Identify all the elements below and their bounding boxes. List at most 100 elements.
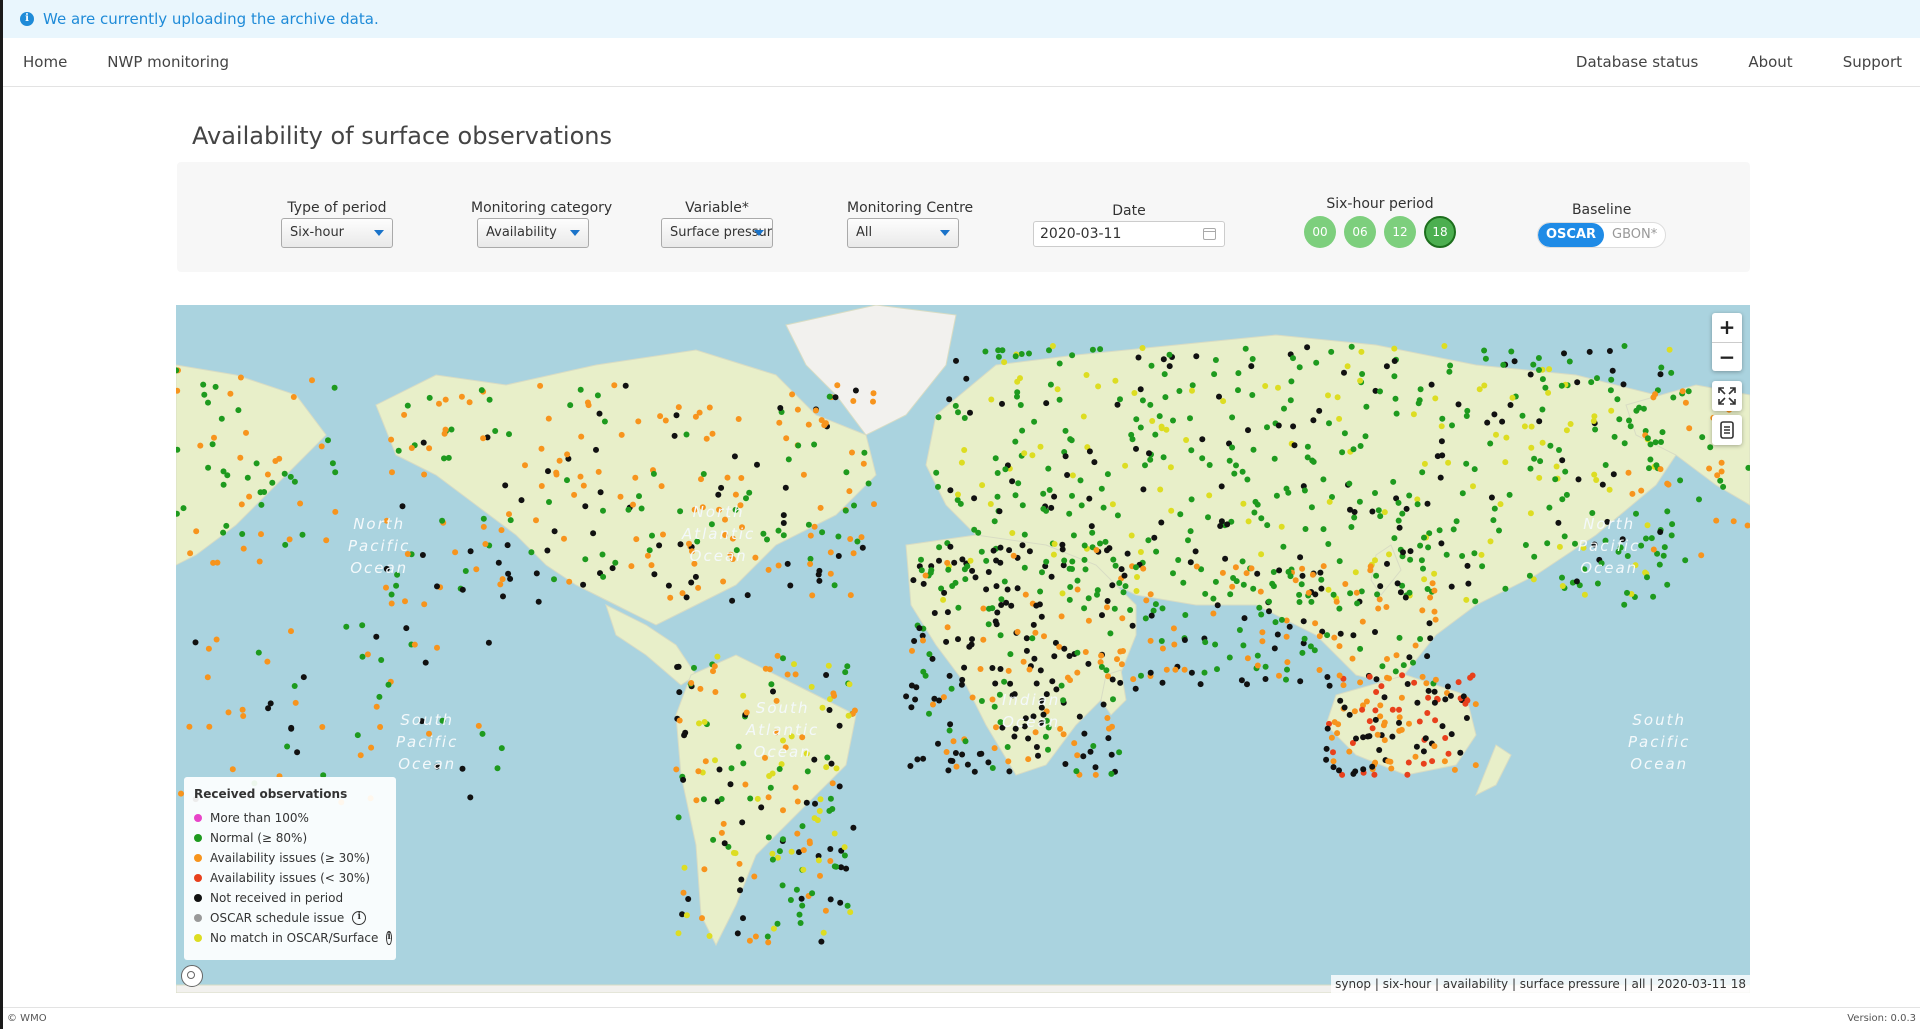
station-marker[interactable]	[1004, 586, 1011, 593]
station-marker[interactable]	[1351, 708, 1358, 715]
station-marker[interactable]	[1417, 636, 1424, 642]
station-marker[interactable]	[1372, 707, 1379, 714]
station-marker[interactable]	[1001, 578, 1008, 585]
station-marker[interactable]	[870, 398, 876, 405]
station-marker[interactable]	[1363, 403, 1370, 410]
station-marker[interactable]	[577, 386, 584, 393]
station-marker[interactable]	[1491, 505, 1498, 512]
period-00-button[interactable]: 00	[1304, 216, 1336, 248]
station-marker[interactable]	[1559, 496, 1566, 503]
station-marker[interactable]	[1025, 735, 1032, 742]
station-marker[interactable]	[1021, 531, 1028, 538]
station-marker[interactable]	[1187, 415, 1193, 422]
station-marker[interactable]	[537, 382, 544, 389]
station-marker[interactable]	[475, 722, 482, 729]
station-marker[interactable]	[1378, 683, 1385, 690]
station-marker[interactable]	[1296, 599, 1303, 605]
station-marker[interactable]	[1432, 717, 1439, 724]
station-marker[interactable]	[943, 749, 950, 755]
station-marker[interactable]	[1666, 346, 1673, 353]
station-marker[interactable]	[971, 495, 978, 502]
station-marker[interactable]	[1427, 635, 1434, 642]
station-marker[interactable]	[1511, 358, 1518, 365]
station-marker[interactable]	[1259, 629, 1266, 636]
station-marker[interactable]	[847, 592, 854, 599]
station-marker[interactable]	[1668, 369, 1675, 376]
station-marker[interactable]	[1100, 504, 1107, 511]
info-icon[interactable]: i	[352, 911, 367, 925]
station-marker[interactable]	[780, 532, 787, 539]
station-marker[interactable]	[959, 751, 966, 758]
station-marker[interactable]	[1621, 601, 1628, 608]
station-marker[interactable]	[1156, 413, 1163, 420]
station-marker[interactable]	[1337, 697, 1344, 704]
station-marker[interactable]	[441, 430, 448, 437]
station-marker[interactable]	[1575, 476, 1582, 483]
station-marker[interactable]	[961, 415, 968, 421]
station-marker[interactable]	[1006, 768, 1013, 775]
station-marker[interactable]	[1308, 504, 1315, 511]
station-marker[interactable]	[1357, 377, 1364, 384]
period-06-button[interactable]: 06	[1344, 216, 1376, 248]
station-marker[interactable]	[1133, 445, 1139, 452]
station-marker[interactable]	[944, 559, 951, 566]
station-marker[interactable]	[1172, 666, 1179, 673]
station-marker[interactable]	[1233, 578, 1240, 585]
station-marker[interactable]	[1414, 699, 1421, 706]
station-marker[interactable]	[486, 396, 493, 403]
info-icon[interactable]: i	[386, 931, 392, 945]
station-marker[interactable]	[1042, 733, 1049, 740]
station-marker[interactable]	[1254, 570, 1261, 577]
station-marker[interactable]	[827, 795, 834, 802]
station-marker[interactable]	[1133, 564, 1139, 571]
station-marker[interactable]	[1377, 388, 1383, 395]
station-marker[interactable]	[1120, 648, 1126, 654]
station-marker[interactable]	[354, 732, 361, 739]
station-marker[interactable]	[1250, 585, 1257, 592]
station-marker[interactable]	[860, 460, 867, 467]
station-marker[interactable]	[963, 375, 970, 382]
station-marker[interactable]	[1262, 663, 1269, 670]
station-marker[interactable]	[1644, 522, 1651, 529]
station-marker[interactable]	[1220, 398, 1227, 405]
station-marker[interactable]	[769, 856, 776, 863]
station-marker[interactable]	[1240, 581, 1247, 588]
station-marker[interactable]	[1080, 413, 1087, 420]
station-marker[interactable]	[907, 763, 914, 769]
station-marker[interactable]	[1553, 463, 1560, 470]
station-marker[interactable]	[1424, 500, 1431, 507]
nav-nwp-monitoring[interactable]: NWP monitoring	[87, 53, 249, 71]
station-marker[interactable]	[1274, 631, 1281, 638]
station-marker[interactable]	[787, 582, 794, 589]
station-marker[interactable]	[769, 850, 776, 857]
station-marker[interactable]	[1334, 394, 1341, 401]
station-marker[interactable]	[675, 404, 682, 411]
station-marker[interactable]	[1206, 462, 1213, 468]
station-marker[interactable]	[1001, 359, 1008, 366]
station-marker[interactable]	[947, 543, 954, 550]
station-marker[interactable]	[916, 625, 923, 632]
station-marker[interactable]	[1413, 743, 1420, 750]
station-marker[interactable]	[1304, 443, 1311, 450]
station-marker[interactable]	[1502, 459, 1509, 466]
station-marker[interactable]	[859, 544, 866, 551]
station-marker[interactable]	[1238, 677, 1245, 684]
station-marker[interactable]	[244, 474, 251, 481]
export-button[interactable]	[1712, 415, 1742, 445]
station-marker[interactable]	[220, 481, 227, 488]
station-marker[interactable]	[1350, 770, 1357, 777]
station-marker[interactable]	[989, 605, 996, 612]
station-marker[interactable]	[291, 683, 298, 689]
station-marker[interactable]	[1004, 744, 1011, 750]
station-marker[interactable]	[1021, 450, 1028, 457]
station-marker[interactable]	[612, 559, 619, 566]
station-marker[interactable]	[765, 794, 772, 801]
station-marker[interactable]	[926, 651, 933, 658]
station-marker[interactable]	[1588, 379, 1595, 386]
station-marker[interactable]	[1066, 596, 1073, 603]
station-marker[interactable]	[1235, 370, 1242, 377]
station-marker[interactable]	[538, 483, 545, 489]
station-marker[interactable]	[931, 610, 938, 616]
station-marker[interactable]	[479, 730, 486, 737]
station-marker[interactable]	[1396, 634, 1403, 641]
